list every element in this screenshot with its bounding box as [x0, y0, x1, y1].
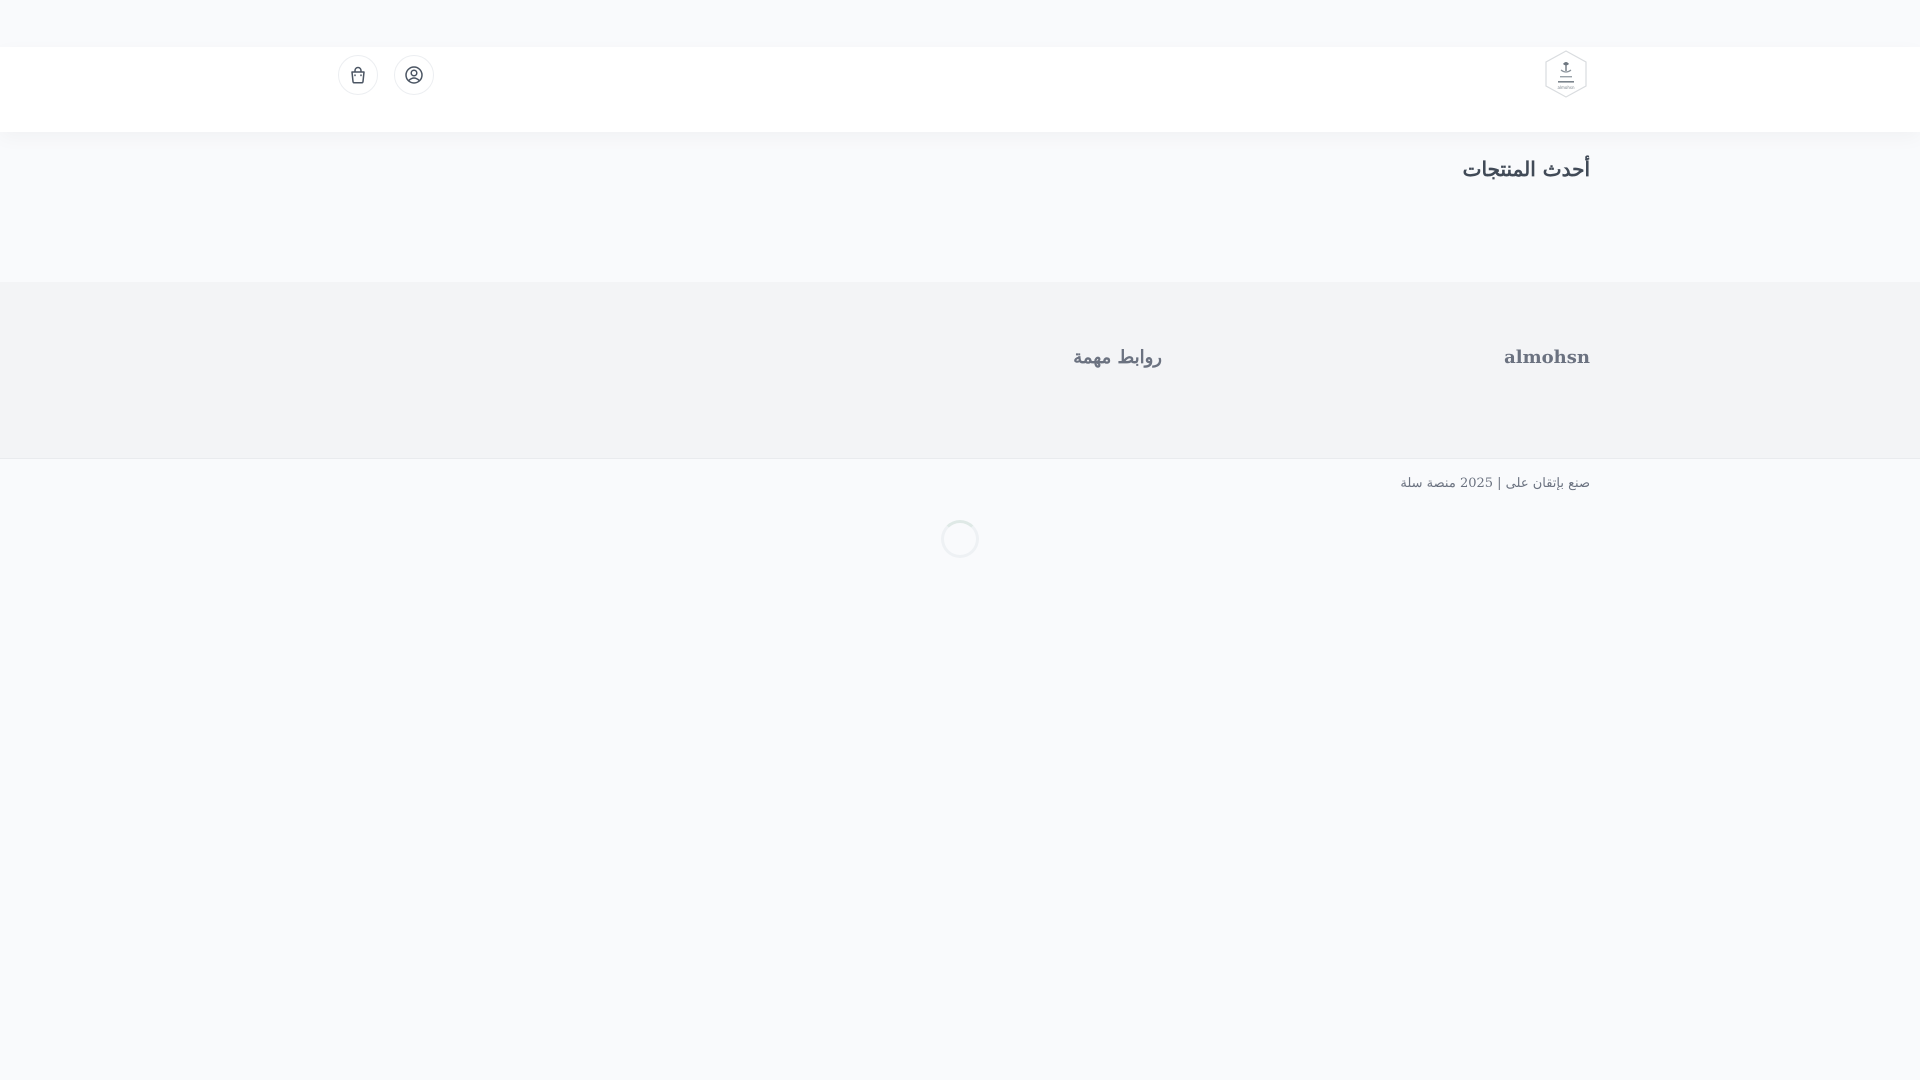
- section-title: أحدث المنتجات: [1462, 157, 1590, 181]
- page: almohsn أحدث المنتجات almohsn روابط مهمة…: [0, 0, 1920, 1080]
- cart-button[interactable]: [338, 55, 378, 95]
- site-header: almohsn: [0, 47, 1920, 132]
- footer-links-title: روابط مهمة: [1073, 347, 1162, 368]
- logo-caption: almohsn: [1557, 85, 1575, 90]
- header-actions: [338, 55, 434, 95]
- loading-spinner-icon: [941, 520, 979, 558]
- site-footer: almohsn روابط مهمة: [0, 282, 1920, 458]
- user-icon: [405, 66, 423, 84]
- top-strip: [0, 0, 1920, 47]
- account-button[interactable]: [394, 55, 434, 95]
- latest-products-section: أحدث المنتجات: [0, 132, 1920, 282]
- copyright-bar: صنع بإتقان على | 2025 منصة سلة: [0, 458, 1920, 510]
- store-logo-icon[interactable]: almohsn: [1543, 49, 1589, 99]
- footer-brand: almohsn: [1504, 347, 1590, 368]
- copyright-text: صنع بإتقان على | 2025 منصة سلة: [1400, 476, 1590, 491]
- shopping-bag-icon: [351, 66, 365, 84]
